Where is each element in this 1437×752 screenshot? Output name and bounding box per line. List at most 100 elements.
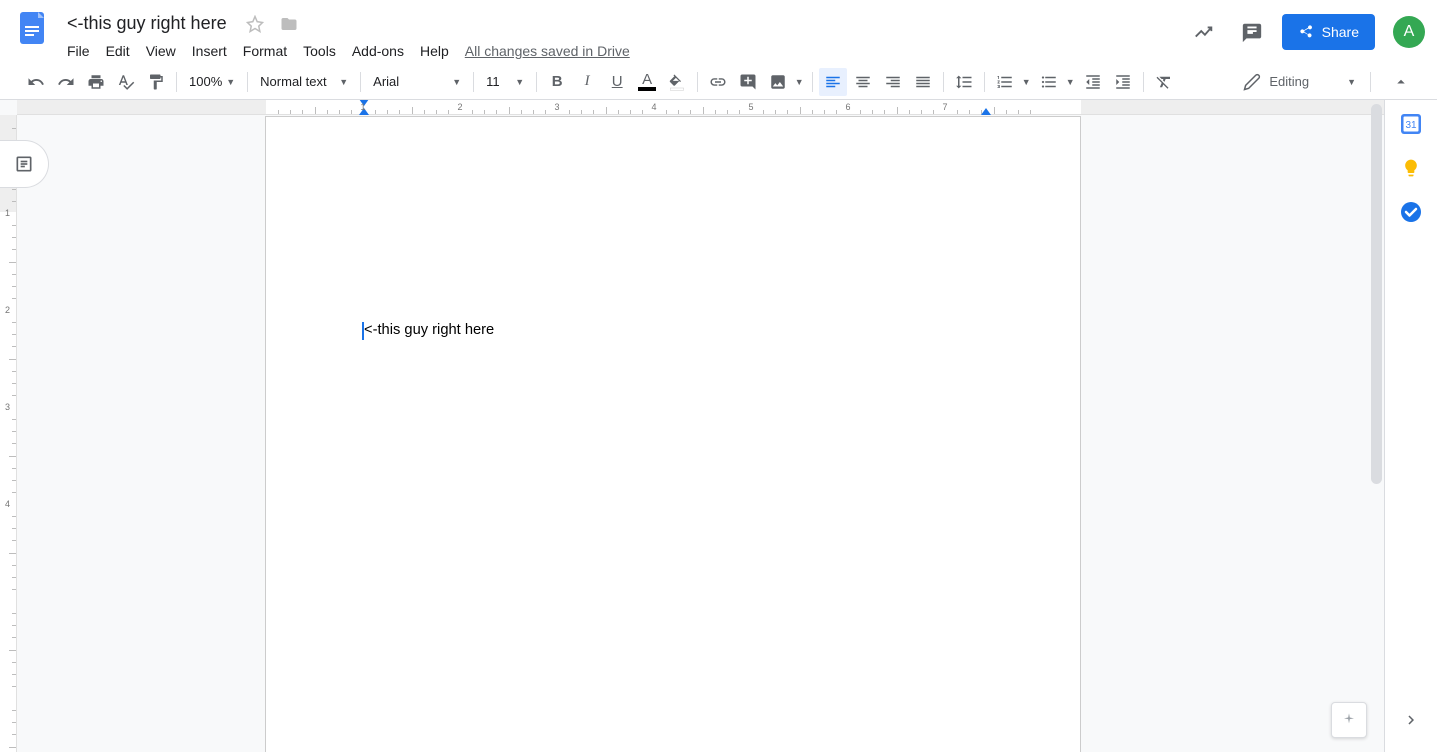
ruler-v-label: 3 — [5, 402, 10, 412]
bulleted-list-dropdown[interactable]: ▼ — [1063, 68, 1077, 96]
bulleted-list-button[interactable] — [1035, 68, 1063, 96]
insert-image-split: ▼ — [764, 68, 806, 96]
ruler-v-label: 4 — [5, 499, 10, 509]
collapse-toolbar-button[interactable] — [1387, 68, 1415, 96]
document-title-input[interactable]: <-this guy right here — [60, 10, 234, 37]
ruler-v-label: 2 — [5, 305, 10, 315]
bulleted-list-split: ▼ — [1035, 68, 1077, 96]
text-color-button[interactable]: A — [633, 68, 661, 96]
document-body-text[interactable]: <-this guy right here — [364, 322, 494, 338]
menu-insert[interactable]: Insert — [185, 39, 234, 63]
font-combo[interactable]: Arial▼ — [367, 68, 467, 96]
paint-format-button[interactable] — [142, 68, 170, 96]
menubar: File Edit View Insert Format Tools Add-o… — [60, 39, 1186, 63]
calendar-app-icon[interactable]: 31 — [1401, 114, 1421, 134]
comments-icon[interactable] — [1234, 14, 1270, 50]
horizontal-ruler[interactable]: 1 2 3 4 5 6 7 — [17, 100, 1384, 115]
increase-indent-button[interactable] — [1109, 68, 1137, 96]
insert-link-button[interactable] — [704, 68, 732, 96]
numbered-list-dropdown[interactable]: ▼ — [1019, 68, 1033, 96]
ruler-h-label: 4 — [651, 102, 656, 112]
clear-formatting-button[interactable] — [1150, 68, 1178, 96]
separator — [943, 72, 944, 92]
zoom-value: 100% — [189, 74, 222, 89]
account-avatar[interactable]: A — [1393, 16, 1425, 48]
menu-help[interactable]: Help — [413, 39, 456, 63]
ruler-h-label: 2 — [457, 102, 462, 112]
highlight-color-button[interactable] — [663, 68, 691, 96]
undo-button[interactable] — [22, 68, 50, 96]
font-value: Arial — [373, 74, 399, 89]
align-center-button[interactable] — [849, 68, 877, 96]
separator — [473, 72, 474, 92]
title-right: Share A — [1186, 8, 1425, 50]
spellcheck-button[interactable] — [112, 68, 140, 96]
toolbar: 100%▼ Normal text▼ Arial▼ 11▼ B I U A ▼ … — [0, 64, 1437, 100]
save-status[interactable]: All changes saved in Drive — [458, 39, 637, 63]
side-panel: 31 — [1384, 100, 1437, 752]
vertical-scrollbar[interactable] — [1369, 100, 1384, 752]
separator — [247, 72, 248, 92]
scroll-thumb[interactable] — [1371, 104, 1382, 484]
menu-view[interactable]: View — [139, 39, 183, 63]
tasks-app-icon[interactable] — [1401, 202, 1421, 222]
italic-button[interactable]: I — [573, 68, 601, 96]
ruler-h-label: 3 — [554, 102, 559, 112]
align-justify-button[interactable] — [909, 68, 937, 96]
separator — [984, 72, 985, 92]
menu-tools[interactable]: Tools — [296, 39, 343, 63]
ruler-h-label: 7 — [942, 102, 947, 112]
title-column: <-this guy right here File Edit View Ins… — [60, 8, 1186, 63]
align-right-button[interactable] — [879, 68, 907, 96]
separator — [1370, 72, 1371, 92]
ruler-v-label: 1 — [5, 208, 10, 218]
menu-addons[interactable]: Add-ons — [345, 39, 411, 63]
star-icon[interactable] — [242, 11, 268, 37]
insert-image-button[interactable] — [764, 68, 792, 96]
ruler-h-label: 5 — [748, 102, 753, 112]
separator — [697, 72, 698, 92]
menu-format[interactable]: Format — [236, 39, 294, 63]
style-value: Normal text — [260, 74, 326, 89]
zoom-combo[interactable]: 100%▼ — [183, 68, 241, 96]
decrease-indent-button[interactable] — [1079, 68, 1107, 96]
side-panel-expand-icon[interactable] — [1393, 702, 1429, 738]
ruler-h-label: 6 — [845, 102, 850, 112]
titlebar: <-this guy right here File Edit View Ins… — [0, 0, 1437, 64]
separator — [1143, 72, 1144, 92]
separator — [176, 72, 177, 92]
insert-comment-button[interactable] — [734, 68, 762, 96]
svg-text:31: 31 — [1405, 120, 1417, 131]
editing-mode-combo[interactable]: Editing ▼ — [1235, 68, 1364, 96]
workspace: 1 2 3 4 5 6 7 1 2 3 4 <-this guy right here — [0, 100, 1384, 752]
ruler-h-label: 1 — [360, 102, 365, 112]
outline-toggle[interactable] — [0, 140, 49, 188]
paragraph-style-combo[interactable]: Normal text▼ — [254, 68, 354, 96]
bold-button[interactable]: B — [543, 68, 571, 96]
underline-button[interactable]: U — [603, 68, 631, 96]
font-size-value: 11 — [486, 74, 500, 89]
move-folder-icon[interactable] — [276, 11, 302, 37]
share-button[interactable]: Share — [1282, 14, 1375, 50]
vertical-ruler[interactable]: 1 2 3 4 — [0, 115, 17, 752]
document-page[interactable] — [265, 116, 1081, 752]
title-row: <-this guy right here — [60, 10, 1186, 37]
font-size-combo[interactable]: 11▼ — [480, 68, 530, 96]
share-label: Share — [1322, 24, 1359, 40]
separator — [360, 72, 361, 92]
separator — [536, 72, 537, 92]
redo-button[interactable] — [52, 68, 80, 96]
menu-edit[interactable]: Edit — [99, 39, 137, 63]
activity-icon[interactable] — [1186, 14, 1222, 50]
separator — [812, 72, 813, 92]
line-spacing-button[interactable] — [950, 68, 978, 96]
print-button[interactable] — [82, 68, 110, 96]
explore-button[interactable] — [1331, 702, 1367, 738]
numbered-list-split: ▼ — [991, 68, 1033, 96]
insert-image-dropdown[interactable]: ▼ — [792, 68, 806, 96]
keep-app-icon[interactable] — [1401, 158, 1421, 178]
menu-file[interactable]: File — [60, 39, 97, 63]
numbered-list-button[interactable] — [991, 68, 1019, 96]
docs-logo[interactable] — [12, 8, 52, 48]
align-left-button[interactable] — [819, 68, 847, 96]
